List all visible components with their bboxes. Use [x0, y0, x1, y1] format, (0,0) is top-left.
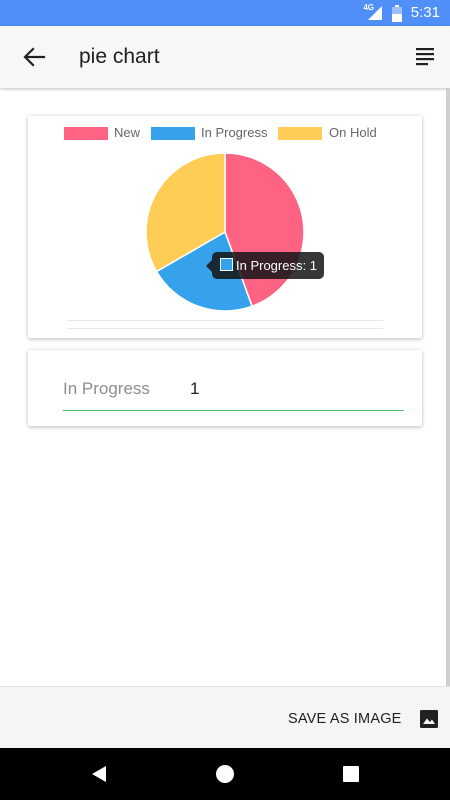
chart-divider [67, 328, 383, 329]
tooltip-caret [206, 260, 212, 272]
save-as-image-button[interactable]: SAVE AS IMAGE [288, 707, 438, 731]
selected-value-card: In Progress 1 [28, 350, 422, 426]
image-icon [420, 710, 438, 728]
selected-category-value[interactable]: 1 [190, 379, 199, 399]
chart-tooltip: In Progress: 1 [206, 252, 324, 279]
battery-icon [392, 5, 402, 22]
bottom-bar: SAVE AS IMAGE [0, 686, 450, 748]
chart-card: New In Progress On Hold In Progress: 1 [28, 116, 422, 338]
tooltip-swatch [220, 258, 233, 271]
page-title: pie chart [79, 45, 160, 68]
app-bar: pie chart [0, 26, 450, 88]
home-circle-icon[interactable] [215, 764, 235, 784]
back-triangle-icon[interactable] [90, 765, 108, 783]
sort-lines-icon[interactable] [414, 46, 436, 68]
tooltip-text: In Progress: 1 [236, 258, 317, 273]
pie-chart[interactable] [28, 116, 422, 338]
recents-square-icon[interactable] [342, 765, 360, 783]
status-time: 5:31 [410, 4, 440, 21]
save-as-image-label: SAVE AS IMAGE [288, 711, 402, 727]
status-bar: 4G 5:31 [0, 0, 450, 26]
selected-category-label: In Progress [63, 379, 150, 398]
arrow-left-icon[interactable] [20, 45, 48, 69]
scrollbar[interactable] [446, 88, 450, 686]
system-nav-bar [0, 748, 450, 800]
value-underline [63, 410, 404, 411]
chart-divider [67, 320, 383, 321]
signal-icon [368, 6, 382, 20]
